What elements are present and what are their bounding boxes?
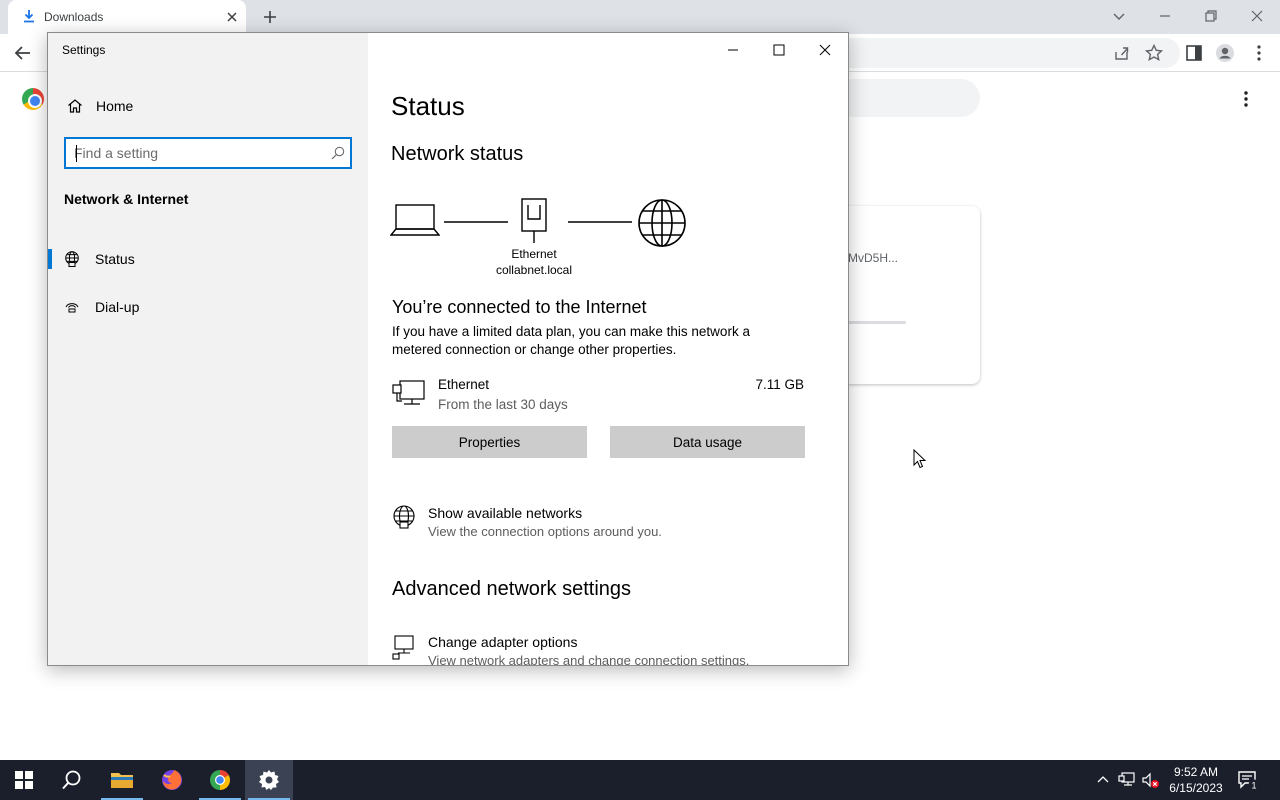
nav-home-label: Home bbox=[96, 98, 134, 114]
ethernet-port-icon bbox=[521, 198, 547, 243]
ethernet-adapter-icon bbox=[392, 380, 425, 405]
taskbar: 9:52 AM 6/15/2023 1 bbox=[0, 760, 1280, 800]
sidebar-item-dial-up[interactable]: Dial-up bbox=[48, 287, 368, 327]
page-title: Status bbox=[391, 91, 465, 121]
firefox-icon bbox=[162, 770, 182, 790]
mouse-cursor-icon bbox=[913, 449, 927, 469]
nav-home[interactable]: Home bbox=[64, 95, 354, 117]
properties-button[interactable]: Properties bbox=[392, 426, 587, 458]
browser-minimize-icon[interactable] bbox=[1155, 6, 1175, 26]
download-icon bbox=[24, 10, 34, 23]
taskbar-clock[interactable]: 9:52 AM 6/15/2023 bbox=[1160, 764, 1232, 796]
window-title: Settings bbox=[62, 43, 106, 57]
text-caret bbox=[76, 145, 77, 162]
new-tab-icon[interactable] bbox=[260, 7, 280, 27]
folder-icon bbox=[111, 773, 133, 788]
connection-line bbox=[444, 221, 508, 223]
minimize-button[interactable] bbox=[710, 38, 756, 62]
adapter-options-title[interactable]: Change adapter options bbox=[428, 634, 577, 650]
browser-tabstrip: Downloads bbox=[0, 0, 1280, 34]
browser-menu-icon[interactable] bbox=[1249, 43, 1269, 63]
browser-close-icon[interactable] bbox=[1247, 6, 1267, 26]
chrome-icon bbox=[210, 770, 230, 790]
sidebar-item-status[interactable]: Status bbox=[48, 239, 368, 279]
show-networks-title[interactable]: Show available networks bbox=[428, 505, 582, 521]
back-arrow-icon[interactable] bbox=[12, 42, 34, 64]
taskbar-firefox[interactable] bbox=[148, 760, 196, 800]
adapter-options-desc: View network adapters and change connect… bbox=[428, 653, 750, 666]
network-tray-icon[interactable] bbox=[1117, 770, 1137, 790]
laptop-icon bbox=[390, 204, 440, 236]
maximize-button[interactable] bbox=[756, 38, 802, 62]
bookmark-star-icon[interactable] bbox=[1144, 43, 1164, 63]
diagram-adapter-name: Ethernet bbox=[511, 247, 557, 261]
connection-status-title: You’re connected to the Internet bbox=[392, 297, 647, 317]
taskbar-settings[interactable] bbox=[245, 760, 293, 800]
settings-content: Status Network status Ethernet collabnet… bbox=[368, 33, 848, 666]
show-available-networks-link[interactable]: Show available networks View the connect… bbox=[392, 505, 812, 545]
windows-logo-icon bbox=[15, 771, 33, 789]
downloads-more-icon[interactable] bbox=[1237, 90, 1255, 108]
gear-icon bbox=[259, 770, 279, 790]
sidebar-item-label: Dial-up bbox=[95, 299, 140, 315]
profile-avatar-icon[interactable] bbox=[1215, 43, 1235, 63]
browser-tab-title: Downloads bbox=[44, 10, 104, 24]
connection-line bbox=[568, 221, 632, 223]
search-icon bbox=[62, 770, 81, 790]
clock-date: 6/15/2023 bbox=[1169, 781, 1223, 795]
settings-sidebar: Settings Home Network & Internet bbox=[48, 33, 368, 665]
notification-count: 1 bbox=[1251, 781, 1256, 791]
clock-time: 9:52 AM bbox=[1173, 765, 1219, 779]
network-status-heading: Network status bbox=[391, 143, 524, 165]
close-icon bbox=[819, 44, 831, 56]
start-button[interactable] bbox=[0, 760, 48, 800]
browser-restore-icon[interactable] bbox=[1201, 6, 1221, 26]
change-adapter-options-link[interactable]: Change adapter options View network adap… bbox=[392, 634, 812, 666]
taskbar-file-explorer[interactable] bbox=[98, 760, 146, 800]
taskbar-chrome[interactable] bbox=[196, 760, 244, 800]
download-progress-bar bbox=[848, 321, 906, 324]
chrome-logo-icon bbox=[22, 88, 44, 110]
home-icon bbox=[68, 99, 82, 113]
ethernet-globe-icon bbox=[65, 251, 79, 267]
ethernet-name: Ethernet bbox=[438, 377, 490, 392]
search-icon[interactable] bbox=[330, 145, 346, 161]
notification-center-icon[interactable]: 1 bbox=[1236, 768, 1260, 792]
advanced-settings-heading: Advanced network settings bbox=[392, 578, 632, 600]
ethernet-data-amount: 7.11 GB bbox=[755, 377, 804, 392]
settings-search-input[interactable] bbox=[74, 143, 314, 163]
network-diagram: Ethernet collabnet.local bbox=[390, 195, 710, 285]
settings-search-box[interactable] bbox=[64, 137, 352, 169]
minimize-icon bbox=[728, 49, 738, 51]
diagram-domain: collabnet.local bbox=[495, 263, 573, 277]
browser-tab-downloads[interactable]: Downloads bbox=[8, 0, 246, 34]
ethernet-usage-row: Ethernet From the last 30 days 7.11 GB bbox=[392, 377, 806, 417]
tab-close-icon[interactable] bbox=[224, 9, 240, 25]
ethernet-period: From the last 30 days bbox=[438, 397, 568, 412]
connection-status-description: If you have a limited data plan, you can… bbox=[392, 324, 750, 357]
internet-globe-icon bbox=[638, 199, 686, 247]
tab-search-chevron-icon[interactable] bbox=[1109, 6, 1129, 26]
taskbar-search-button[interactable] bbox=[48, 760, 96, 800]
show-networks-desc: View the connection options around you. bbox=[428, 524, 662, 539]
adapter-icon bbox=[392, 635, 414, 660]
dialup-icon bbox=[65, 303, 79, 313]
maximize-icon bbox=[773, 44, 785, 56]
section-title: Network & Internet bbox=[64, 191, 189, 207]
sidebar-item-label: Status bbox=[95, 251, 135, 267]
side-panel-icon[interactable] bbox=[1184, 43, 1204, 63]
share-icon[interactable] bbox=[1112, 43, 1132, 63]
download-filename[interactable]: MvD5H... bbox=[848, 251, 898, 265]
show-hidden-icons-chevron-icon[interactable] bbox=[1093, 770, 1113, 790]
network-globe-icon bbox=[393, 505, 415, 529]
selected-indicator bbox=[48, 249, 52, 269]
settings-window: Settings Home Network & Internet bbox=[47, 32, 849, 666]
volume-muted-icon[interactable] bbox=[1140, 770, 1160, 790]
data-usage-button[interactable]: Data usage bbox=[610, 426, 805, 458]
close-button[interactable] bbox=[802, 38, 848, 62]
